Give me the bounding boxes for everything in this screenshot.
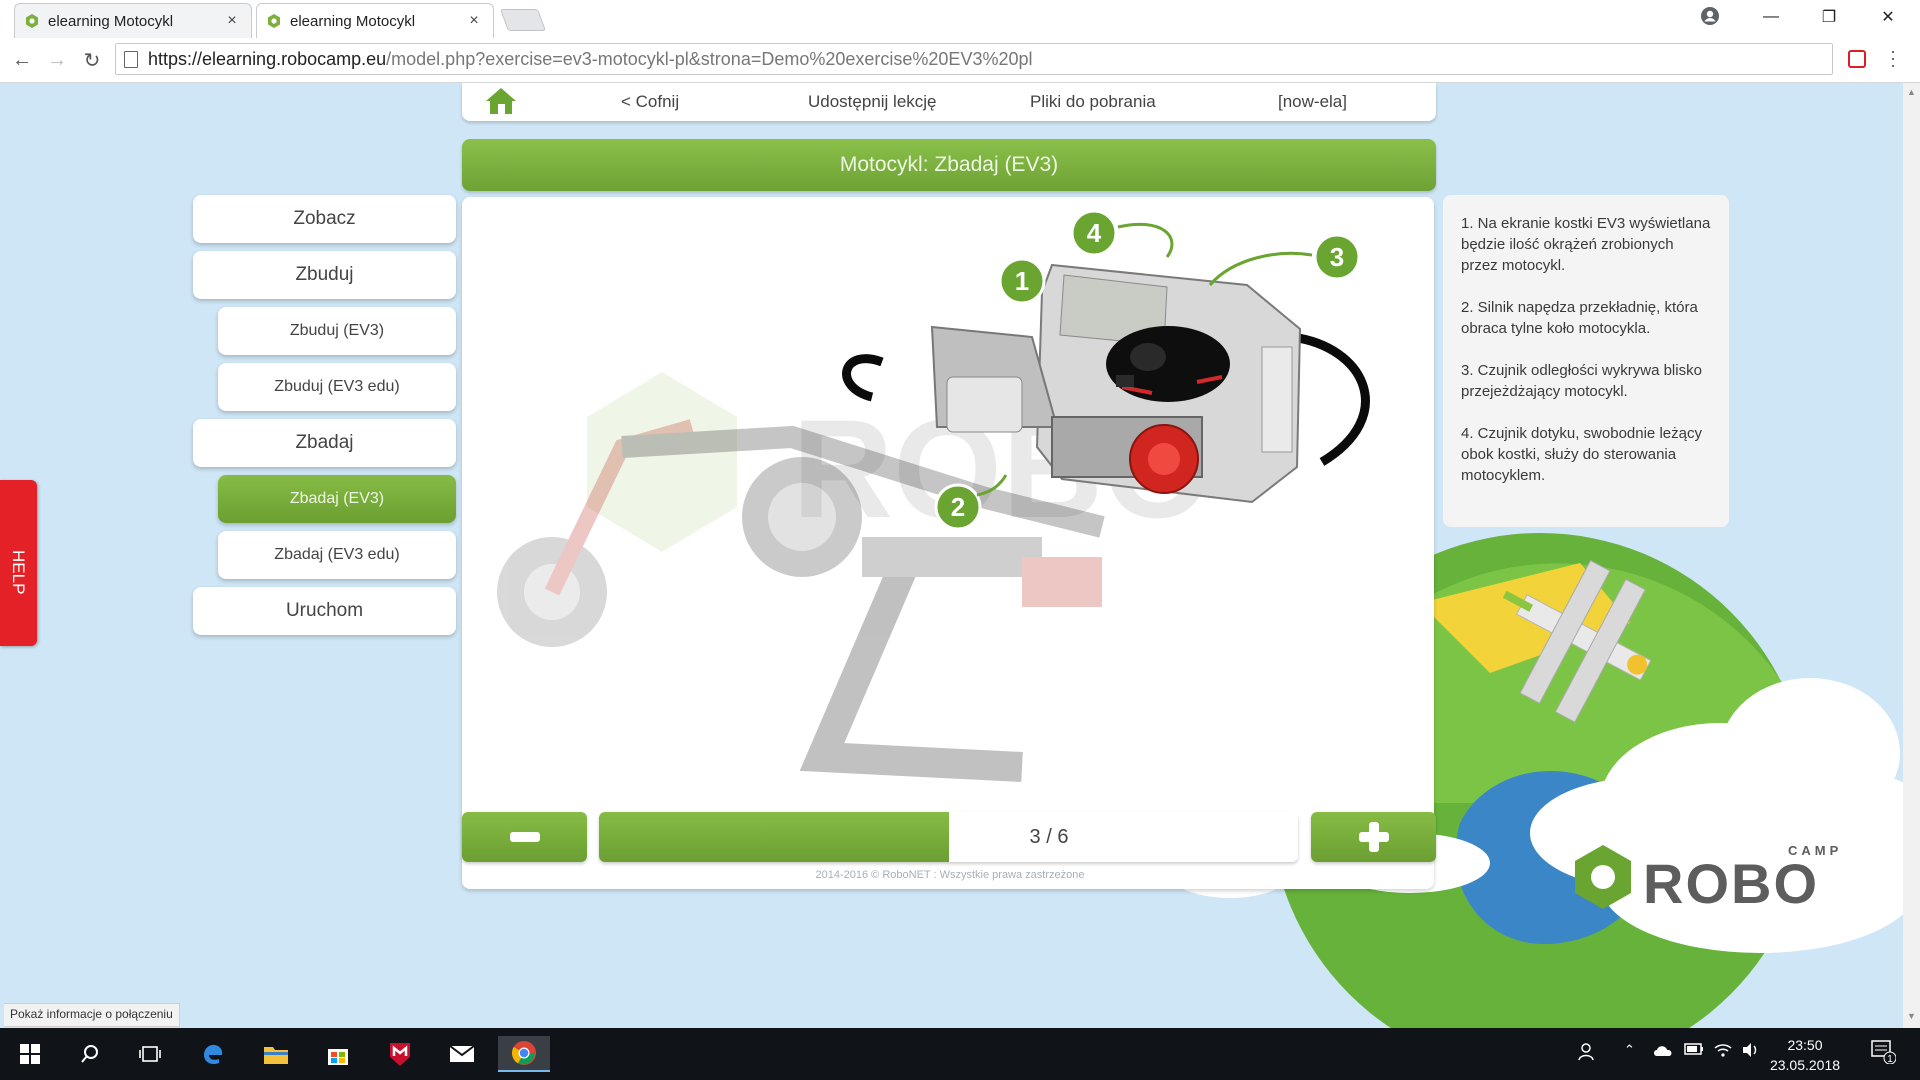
clock-time: 23:50 xyxy=(1787,1037,1823,1053)
url-path: /model.php?exercise=ev3-motocykl-pl&stro… xyxy=(386,48,1033,69)
tab-close-icon[interactable]: × xyxy=(223,12,241,30)
tab-close-icon[interactable]: × xyxy=(465,12,483,30)
back-link[interactable]: < Cofnij xyxy=(621,92,679,112)
callout-4: 4 xyxy=(1070,209,1174,258)
profile-icon[interactable] xyxy=(1700,6,1720,26)
sidebar-item-zbuduj-ev3[interactable]: Zbuduj (EV3) xyxy=(218,307,456,355)
sidebar-item-zbuduj-ev3-edu[interactable]: Zbuduj (EV3 edu) xyxy=(218,363,456,411)
description-item: 2. Silnik napędza przekładnię, która obr… xyxy=(1461,299,1698,337)
minus-icon xyxy=(509,832,540,842)
browser-toolbar: ← → ↻ https://elearning.robocamp.eu/mode… xyxy=(0,38,1920,83)
robocamp-favicon-icon xyxy=(26,14,38,28)
step-counter: 3 / 6 xyxy=(1029,826,1069,848)
battery-icon[interactable] xyxy=(1684,1042,1704,1060)
page-title: Motocykl: Zbadaj (EV3) xyxy=(462,139,1436,191)
description-item: 4. Czujnik dotyku, swobodnie leżący obok… xyxy=(1461,425,1702,484)
page-scrollbar[interactable]: ▲ ▼ xyxy=(1903,83,1920,1028)
tab-title: elearning Motocykl xyxy=(48,12,174,30)
model-viewer[interactable]: ROBO 1 2 3 4 xyxy=(462,197,1434,889)
search-icon[interactable] xyxy=(70,1036,110,1072)
sidebar-item-zbadaj-ev3[interactable]: Zbadaj (EV3) xyxy=(218,475,456,523)
description-item: 3. Czujnik odległości wykrywa blisko prz… xyxy=(1461,362,1702,400)
system-clock[interactable]: 23:50 23.05.2018 xyxy=(1760,1035,1850,1075)
callout-3: 3 xyxy=(1208,233,1361,286)
back-arrow-icon[interactable]: ← xyxy=(8,46,36,74)
top-navigation: < Cofnij Udostępnij lekcję Pliki do pobr… xyxy=(462,83,1436,121)
svg-text:3: 3 xyxy=(1330,242,1344,272)
mail-icon[interactable] xyxy=(442,1036,482,1072)
page-content: < Cofnij Udostępnij lekcję Pliki do pobr… xyxy=(0,83,1903,1028)
svg-text:4: 4 xyxy=(1087,218,1102,248)
tray-chevron-up-icon[interactable]: ⌃ xyxy=(1624,1042,1635,1058)
help-tab[interactable]: HELP xyxy=(0,480,37,646)
extension-icon[interactable] xyxy=(1848,50,1866,68)
start-windows-icon[interactable] xyxy=(10,1036,50,1072)
action-center-icon[interactable]: 1 xyxy=(1870,1038,1897,1068)
description-panel: 1. Na ekranie kostki EV3 wyświetlana będ… xyxy=(1443,195,1729,527)
sidebar-item-zobacz[interactable]: Zobacz xyxy=(193,195,456,243)
clock-date: 23.05.2018 xyxy=(1769,1057,1841,1073)
mcafee-icon[interactable] xyxy=(380,1036,420,1072)
browser-menu-icon[interactable]: · · · xyxy=(1888,42,1898,74)
reload-icon[interactable]: ↻ xyxy=(78,46,106,74)
sidebar-item-zbadaj[interactable]: Zbadaj xyxy=(193,419,456,467)
user-link[interactable]: [now-ela] xyxy=(1278,92,1347,112)
scroll-up-icon[interactable]: ▲ xyxy=(1907,87,1916,97)
help-label: HELP xyxy=(9,550,28,595)
forward-arrow-icon[interactable]: → xyxy=(43,46,71,74)
browser-tab-2[interactable]: elearning Motocykl × xyxy=(256,3,494,38)
page-info-icon[interactable] xyxy=(124,50,138,68)
svg-text:CAMP: CAMP xyxy=(1788,843,1842,858)
onedrive-icon[interactable] xyxy=(1652,1042,1674,1062)
edge-browser-icon[interactable] xyxy=(193,1036,233,1072)
robocamp-favicon-icon xyxy=(268,14,280,28)
previous-step-button[interactable] xyxy=(462,812,587,862)
address-bar[interactable]: https://elearning.robocamp.eu/model.php?… xyxy=(115,43,1833,75)
downloads-link[interactable]: Pliki do pobrania xyxy=(1030,92,1156,112)
file-explorer-icon[interactable] xyxy=(256,1036,296,1072)
svg-text:ROBO: ROBO xyxy=(1643,852,1819,915)
restore-button[interactable]: ❐ xyxy=(1801,0,1857,34)
copyright-text: 2014-2016 © RoboNET : Wszystkie prawa za… xyxy=(815,869,1085,881)
robocamp-logo[interactable]: ROBO CAMP xyxy=(1573,833,1863,923)
description-item: 1. Na ekranie kostki EV3 wyświetlana będ… xyxy=(1461,215,1711,274)
next-step-button[interactable] xyxy=(1311,812,1436,862)
new-tab-button[interactable] xyxy=(499,9,547,31)
browser-tab-1[interactable]: elearning Motocykl × xyxy=(14,3,252,38)
connection-info-tooltip: Pokaż informacje o połączeniu xyxy=(4,1003,180,1027)
svg-text:1: 1 xyxy=(1015,266,1029,296)
svg-text:2: 2 xyxy=(951,492,965,522)
minimize-button[interactable]: — xyxy=(1743,0,1799,34)
share-lesson-link[interactable]: Udostępnij lekcję xyxy=(808,92,937,112)
home-icon[interactable] xyxy=(484,85,518,117)
store-icon[interactable] xyxy=(318,1036,358,1072)
sidebar-item-uruchom[interactable]: Uruchom xyxy=(193,587,456,635)
wifi-icon[interactable] xyxy=(1713,1042,1733,1062)
close-window-button[interactable]: ✕ xyxy=(1860,0,1916,34)
chrome-icon[interactable] xyxy=(498,1036,550,1072)
step-progress-bar: 3 / 6 xyxy=(599,812,1298,862)
plus-icon xyxy=(1358,822,1389,852)
sidebar-item-zbadaj-ev3-edu[interactable]: Zbadaj (EV3 edu) xyxy=(218,531,456,579)
browser-titlebar: elearning Motocykl × elearning Motocykl … xyxy=(0,0,1920,38)
people-icon[interactable] xyxy=(1578,1042,1598,1066)
sidebar-item-zbuduj[interactable]: Zbuduj xyxy=(193,251,456,299)
url-host: https://elearning.robocamp.eu xyxy=(148,48,387,69)
progress-fill xyxy=(599,812,949,862)
model-illustration: ROBO 1 2 3 4 xyxy=(497,209,1370,782)
windows-taskbar: ⌃ 23:50 23.05.2018 1 xyxy=(0,1028,1920,1080)
callout-1: 1 xyxy=(998,257,1046,305)
tab-title: elearning Motocykl xyxy=(290,12,416,30)
volume-icon[interactable] xyxy=(1741,1042,1761,1062)
task-view-icon[interactable] xyxy=(130,1036,170,1072)
svg-text:1: 1 xyxy=(1887,1054,1893,1064)
scroll-down-icon[interactable]: ▼ xyxy=(1907,1011,1916,1021)
